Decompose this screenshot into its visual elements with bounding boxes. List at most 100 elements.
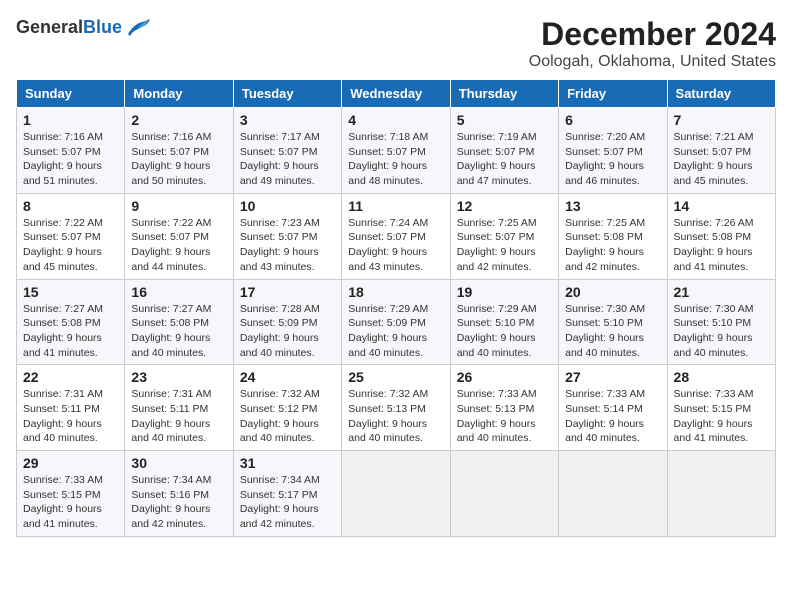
day-info: Sunrise: 7:32 AMSunset: 5:12 PMDaylight:… <box>240 387 335 446</box>
day-number: 7 <box>674 112 769 128</box>
day-number: 14 <box>674 198 769 214</box>
calendar-cell: 12 Sunrise: 7:25 AMSunset: 5:07 PMDayligh… <box>450 193 558 279</box>
day-number: 18 <box>348 284 443 300</box>
calendar-cell: 2 Sunrise: 7:16 AMSunset: 5:07 PMDaylight… <box>125 108 233 194</box>
day-info: Sunrise: 7:25 AMSunset: 5:07 PMDaylight:… <box>457 216 552 275</box>
day-number: 8 <box>23 198 118 214</box>
header-row: SundayMondayTuesdayWednesdayThursdayFrid… <box>17 80 776 108</box>
calendar-cell: 17Sunrise: 7:28 AMSunset: 5:09 PMDayligh… <box>233 279 341 365</box>
day-info: Sunrise: 7:30 AMSunset: 5:10 PMDaylight:… <box>674 302 769 361</box>
day-number: 27 <box>565 369 660 385</box>
calendar-cell: 31Sunrise: 7:34 AMSunset: 5:17 PMDayligh… <box>233 451 341 537</box>
day-info: Sunrise: 7:28 AMSunset: 5:09 PMDaylight:… <box>240 302 335 361</box>
calendar-body: 1 Sunrise: 7:16 AMSunset: 5:07 PMDaylight… <box>17 108 776 537</box>
calendar-week-row: 8 Sunrise: 7:22 AMSunset: 5:07 PMDaylight… <box>17 193 776 279</box>
calendar-cell <box>559 451 667 537</box>
day-number: 25 <box>348 369 443 385</box>
weekday-header: Friday <box>559 80 667 108</box>
calendar-cell: 15 Sunrise: 7:27 AMSunset: 5:08 PMDayligh… <box>17 279 125 365</box>
day-info: Sunrise: 7:32 AMSunset: 5:13 PMDaylight:… <box>348 387 443 446</box>
day-number: 15 <box>23 284 118 300</box>
calendar-cell: 16Sunrise: 7:27 AMSunset: 5:08 PMDayligh… <box>125 279 233 365</box>
logo-blue: Blue <box>83 17 122 37</box>
calendar-cell: 1Sunrise: 7:16 AMSunset: 5:07 PMDaylight… <box>17 108 125 194</box>
day-number: 29 <box>23 455 118 471</box>
day-number: 20 <box>565 284 660 300</box>
calendar-cell: 22 Sunrise: 7:31 AMSunset: 5:11 PMDayligh… <box>17 365 125 451</box>
calendar-cell: 4 Sunrise: 7:18 AMSunset: 5:07 PMDaylight… <box>342 108 450 194</box>
logo-general: General <box>16 17 83 37</box>
day-info: Sunrise: 7:25 AMSunset: 5:08 PMDaylight:… <box>565 216 660 275</box>
calendar-cell: 9 Sunrise: 7:22 AMSunset: 5:07 PMDaylight… <box>125 193 233 279</box>
day-number: 10 <box>240 198 335 214</box>
calendar-cell: 19 Sunrise: 7:29 AMSunset: 5:10 PMDayligh… <box>450 279 558 365</box>
day-info: Sunrise: 7:19 AMSunset: 5:07 PMDaylight:… <box>457 130 552 189</box>
day-number: 11 <box>348 198 443 214</box>
day-number: 21 <box>674 284 769 300</box>
day-info: Sunrise: 7:31 AMSunset: 5:11 PMDaylight:… <box>23 387 118 446</box>
calendar-cell: 28Sunrise: 7:33 AMSunset: 5:15 PMDayligh… <box>667 365 775 451</box>
day-number: 2 <box>131 112 226 128</box>
calendar-cell <box>342 451 450 537</box>
calendar-cell: 25 Sunrise: 7:32 AMSunset: 5:13 PMDayligh… <box>342 365 450 451</box>
calendar-cell: 7Sunrise: 7:21 AMSunset: 5:07 PMDaylight… <box>667 108 775 194</box>
day-info: Sunrise: 7:27 AMSunset: 5:08 PMDaylight:… <box>23 302 118 361</box>
day-number: 9 <box>131 198 226 214</box>
logo-bird-icon <box>124 16 152 38</box>
day-number: 23 <box>131 369 226 385</box>
calendar-cell: 8 Sunrise: 7:22 AMSunset: 5:07 PMDaylight… <box>17 193 125 279</box>
day-info: Sunrise: 7:26 AMSunset: 5:08 PMDaylight:… <box>674 216 769 275</box>
day-info: Sunrise: 7:33 AMSunset: 5:14 PMDaylight:… <box>565 387 660 446</box>
day-number: 5 <box>457 112 552 128</box>
weekday-header: Tuesday <box>233 80 341 108</box>
calendar-header: SundayMondayTuesdayWednesdayThursdayFrid… <box>17 80 776 108</box>
day-info: Sunrise: 7:31 AMSunset: 5:11 PMDaylight:… <box>131 387 226 446</box>
page-subtitle: Oologah, Oklahoma, United States <box>529 53 776 71</box>
title-area: December 2024 Oologah, Oklahoma, United … <box>529 16 776 71</box>
day-number: 13 <box>565 198 660 214</box>
calendar-cell: 27 Sunrise: 7:33 AMSunset: 5:14 PMDayligh… <box>559 365 667 451</box>
day-number: 4 <box>348 112 443 128</box>
day-number: 12 <box>457 198 552 214</box>
day-info: Sunrise: 7:33 AMSunset: 5:15 PMDaylight:… <box>674 387 769 446</box>
day-info: Sunrise: 7:16 AMSunset: 5:07 PMDaylight:… <box>131 130 226 189</box>
day-number: 26 <box>457 369 552 385</box>
day-info: Sunrise: 7:17 AMSunset: 5:07 PMDaylight:… <box>240 130 335 189</box>
calendar-week-row: 1 Sunrise: 7:16 AMSunset: 5:07 PMDaylight… <box>17 108 776 194</box>
day-number: 19 <box>457 284 552 300</box>
calendar-cell: 3 Sunrise: 7:17 AMSunset: 5:07 PMDaylight… <box>233 108 341 194</box>
weekday-header: Monday <box>125 80 233 108</box>
calendar-cell: 24Sunrise: 7:32 AMSunset: 5:12 PMDayligh… <box>233 365 341 451</box>
day-info: Sunrise: 7:24 AMSunset: 5:07 PMDaylight:… <box>348 216 443 275</box>
calendar-cell: 5 Sunrise: 7:19 AMSunset: 5:07 PMDaylight… <box>450 108 558 194</box>
day-number: 22 <box>23 369 118 385</box>
calendar-cell: 6 Sunrise: 7:20 AMSunset: 5:07 PMDaylight… <box>559 108 667 194</box>
calendar-cell: 23 Sunrise: 7:31 AMSunset: 5:11 PMDayligh… <box>125 365 233 451</box>
calendar-cell: 21 Sunrise: 7:30 AMSunset: 5:10 PMDayligh… <box>667 279 775 365</box>
day-info: Sunrise: 7:18 AMSunset: 5:07 PMDaylight:… <box>348 130 443 189</box>
calendar-cell <box>667 451 775 537</box>
logo-text: GeneralBlue <box>16 17 122 38</box>
day-number: 30 <box>131 455 226 471</box>
day-info: Sunrise: 7:22 AMSunset: 5:07 PMDaylight:… <box>131 216 226 275</box>
day-info: Sunrise: 7:20 AMSunset: 5:07 PMDaylight:… <box>565 130 660 189</box>
day-info: Sunrise: 7:23 AMSunset: 5:07 PMDaylight:… <box>240 216 335 275</box>
weekday-header: Saturday <box>667 80 775 108</box>
calendar-cell: 18 Sunrise: 7:29 AMSunset: 5:09 PMDayligh… <box>342 279 450 365</box>
day-number: 6 <box>565 112 660 128</box>
day-number: 1 <box>23 112 118 128</box>
weekday-header: Wednesday <box>342 80 450 108</box>
calendar-cell: 26Sunrise: 7:33 AMSunset: 5:13 PMDayligh… <box>450 365 558 451</box>
calendar-week-row: 15 Sunrise: 7:27 AMSunset: 5:08 PMDayligh… <box>17 279 776 365</box>
calendar-cell: 10 Sunrise: 7:23 AMSunset: 5:07 PMDayligh… <box>233 193 341 279</box>
day-info: Sunrise: 7:29 AMSunset: 5:09 PMDaylight:… <box>348 302 443 361</box>
day-info: Sunrise: 7:29 AMSunset: 5:10 PMDaylight:… <box>457 302 552 361</box>
calendar-cell: 14 Sunrise: 7:26 AMSunset: 5:08 PMDayligh… <box>667 193 775 279</box>
day-info: Sunrise: 7:34 AMSunset: 5:16 PMDaylight:… <box>131 473 226 532</box>
calendar-cell: 11 Sunrise: 7:24 AMSunset: 5:07 PMDayligh… <box>342 193 450 279</box>
day-info: Sunrise: 7:22 AMSunset: 5:07 PMDaylight:… <box>23 216 118 275</box>
calendar-cell: 30 Sunrise: 7:34 AMSunset: 5:16 PMDayligh… <box>125 451 233 537</box>
weekday-header: Thursday <box>450 80 558 108</box>
day-number: 3 <box>240 112 335 128</box>
calendar-week-row: 29Sunrise: 7:33 AMSunset: 5:15 PMDayligh… <box>17 451 776 537</box>
